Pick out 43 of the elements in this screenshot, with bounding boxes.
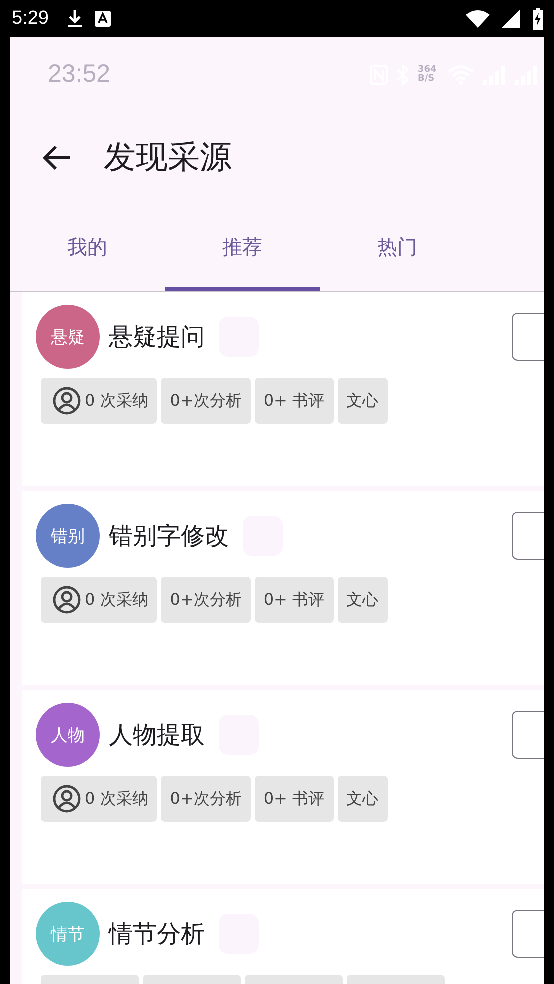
network-speed: 364 B/S <box>418 66 438 84</box>
clock: 23:52 <box>48 60 111 89</box>
download-icon <box>66 8 83 28</box>
source-card[interactable]: 情节 情节分析 <box>22 889 544 984</box>
avatar: 人物 <box>36 703 100 767</box>
stat-chip: 0 次采纳 <box>41 577 158 623</box>
tab[interactable]: 热门 <box>320 204 475 291</box>
page-title: 发现采源 <box>104 137 232 178</box>
add-button[interactable] <box>512 910 544 958</box>
source-card[interactable]: 悬疑 悬疑提问 0 次采纳 0+次分析 0+ 书评 文心 <box>22 292 544 486</box>
signal-icon <box>502 10 520 28</box>
avatar: 错别 <box>36 504 100 568</box>
avatar: 情节 <box>36 902 100 966</box>
keyboard-icon <box>94 10 111 26</box>
add-button[interactable] <box>512 313 544 361</box>
person-icon <box>53 785 81 813</box>
stat-chip: 0+次分析 <box>161 378 251 424</box>
stat-chip: 文心 <box>338 378 388 424</box>
source-name: 悬疑提问 <box>109 322 205 353</box>
stat-chip: 0 次采纳 <box>41 378 158 424</box>
stat-chip: 0+次分析 <box>161 577 251 623</box>
stat-chip: 0+次分析 <box>161 776 251 822</box>
stat-chip: 0+ 书评 <box>254 776 334 822</box>
clock: 5:29 <box>12 8 49 30</box>
add-button[interactable] <box>512 711 544 759</box>
stat-chip: 0+ 书评 <box>254 378 334 424</box>
wifi-icon <box>466 10 490 28</box>
avatar: 悬疑 <box>36 305 100 369</box>
source-name: 人物提取 <box>109 720 205 751</box>
stat-chip: 0 次采纳 <box>41 776 158 822</box>
source-card[interactable]: 错别 错别字修改 0 次采纳 0+次分析 0+ 书评 文心 <box>22 491 544 685</box>
stat-chip: 0+ 书评 <box>254 577 334 623</box>
battery-icon <box>532 8 544 30</box>
stat-chip: 文心 <box>338 776 388 822</box>
source-card[interactable]: 人物 人物提取 0 次采纳 0+次分析 0+ 书评 文心 <box>22 690 544 884</box>
person-icon <box>53 387 81 415</box>
source-name: 错别字修改 <box>109 521 229 552</box>
back-arrow-icon[interactable] <box>42 145 72 171</box>
add-button[interactable] <box>512 512 544 560</box>
tab[interactable]: 我的 <box>10 204 165 291</box>
person-icon <box>53 586 81 614</box>
source-name: 情节分析 <box>109 919 205 950</box>
stat-chip: 文心 <box>338 577 388 623</box>
